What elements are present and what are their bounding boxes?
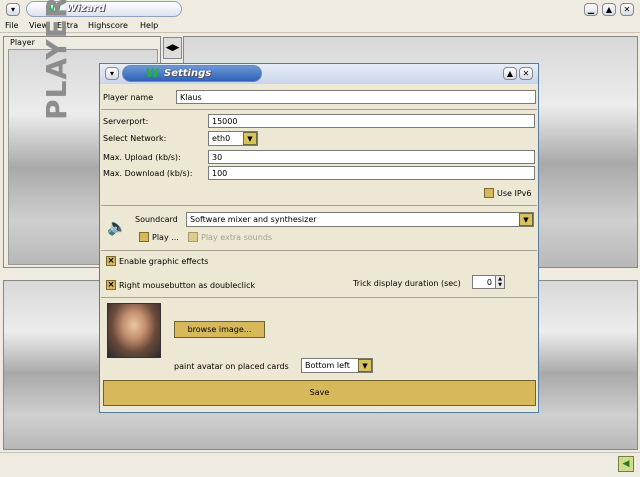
soundcard-select-value: Software mixer and synthesizer	[190, 215, 317, 224]
chevron-down-icon[interactable]: ▼	[243, 132, 257, 145]
upload-label: Max. Upload (kb/s):	[103, 153, 181, 162]
menu-file[interactable]: File	[5, 21, 18, 30]
avatar-position-value: Bottom left	[305, 361, 350, 370]
dialog-close-button[interactable]: ✕	[519, 67, 533, 80]
soundcard-select[interactable]: Software mixer and synthesizer	[186, 212, 534, 227]
speaker-icon: 🔈	[107, 217, 127, 236]
network-select-value: eth0	[212, 134, 231, 143]
player-name-label: Player name	[103, 93, 154, 102]
browse-image-button[interactable]: browse image...	[174, 321, 265, 338]
close-button[interactable]: ✕	[620, 3, 634, 16]
window-menu-button[interactable]: ▾	[6, 3, 20, 16]
statusbar: ◀	[0, 452, 640, 477]
download-field[interactable]: 100	[208, 166, 535, 180]
serverport-field[interactable]: 15000	[208, 114, 535, 128]
chevron-down-icon[interactable]: ▼	[358, 359, 372, 372]
main-titlebar: ▾ W Wizard ▁ ▲ ✕	[0, 0, 640, 19]
dialog-titlebar: ▾ W Settings ▲ ✕	[100, 64, 538, 84]
download-label: Max. Download (kb/s):	[103, 169, 193, 178]
dialog-menu-button[interactable]: ▾	[105, 67, 119, 80]
avatar	[107, 303, 161, 358]
dialog-title: Settings	[164, 68, 212, 79]
right-mouse-label: Right mousebutton as doubleclick	[119, 281, 256, 290]
menubar: File View Extra Highscore Help	[0, 19, 640, 33]
minimize-button[interactable]: ▁	[584, 3, 598, 16]
soundcard-label: Soundcard	[135, 215, 178, 224]
players-watermark: PLAYERS	[40, 0, 73, 120]
separator	[101, 109, 537, 110]
save-button[interactable]: Save	[103, 380, 536, 406]
ipv6-label: Use IPv6	[497, 189, 532, 198]
separator	[101, 250, 537, 251]
trick-duration-stepper[interactable]: ▲ ▼	[495, 275, 505, 289]
play-checkbox[interactable]	[139, 232, 149, 242]
play-extra-label: Play extra sounds	[201, 233, 273, 242]
graphic-effects-checkbox[interactable]: ×	[106, 256, 116, 266]
separator	[101, 297, 537, 298]
serverport-label: Serverport:	[103, 117, 149, 126]
avatar-position-label: paint avatar on placed cards	[174, 362, 289, 371]
splitter-arrows-icon[interactable]: ◀▶	[163, 37, 182, 59]
network-label: Select Network:	[103, 134, 167, 143]
dialog-maximize-button[interactable]: ▲	[503, 67, 517, 80]
menu-highscore[interactable]: Highscore	[88, 21, 128, 30]
chat-toggle-icon[interactable]: ◀	[618, 456, 634, 472]
maximize-button[interactable]: ▲	[602, 3, 616, 16]
play-label: Play ...	[152, 233, 179, 242]
right-mouse-checkbox[interactable]: ×	[106, 280, 116, 290]
settings-dialog: ▾ W Settings ▲ ✕ Player name Klaus Serve…	[99, 63, 539, 413]
player-panel-label: Player	[10, 38, 35, 47]
upload-field[interactable]: 30	[208, 150, 535, 164]
player-name-field[interactable]: Klaus	[176, 90, 536, 104]
dialog-logo-icon: W	[146, 66, 160, 80]
menu-help[interactable]: Help	[140, 21, 158, 30]
chevron-down-icon[interactable]: ▼	[519, 213, 533, 226]
play-extra-checkbox[interactable]	[188, 232, 198, 242]
graphic-effects-label: Enable graphic effects	[119, 257, 209, 266]
trick-duration-label: Trick display duration (sec)	[353, 279, 461, 288]
ipv6-checkbox[interactable]	[484, 188, 494, 198]
trick-duration-field[interactable]: 0	[472, 275, 496, 289]
separator	[101, 205, 537, 206]
